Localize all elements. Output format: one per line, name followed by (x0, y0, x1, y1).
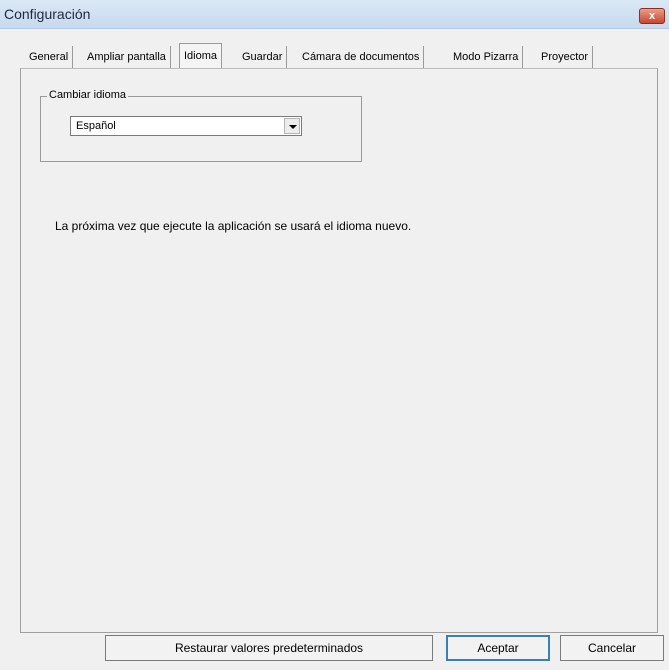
tab-general[interactable]: General (25, 46, 74, 68)
tab-proyector[interactable]: Proyector (537, 46, 594, 68)
cancel-button[interactable]: Cancelar (560, 635, 664, 661)
close-icon: x (648, 10, 656, 22)
close-button[interactable]: x (639, 8, 665, 24)
tab-modo-pizarra[interactable]: Modo Pizarra (449, 46, 524, 68)
tab-ampliar-pantalla[interactable]: Ampliar pantalla (83, 46, 171, 68)
language-group-legend: Cambiar idioma (47, 89, 129, 101)
language-select-value: Español (76, 120, 116, 132)
chevron-down-icon (289, 125, 297, 129)
tab-camara-de-documentos[interactable]: Cámara de documentos (298, 46, 425, 68)
tab-guardar[interactable]: Guardar (238, 46, 288, 68)
window-title: Configuración (4, 6, 91, 22)
accept-button[interactable]: Aceptar (446, 635, 550, 661)
restore-defaults-button[interactable]: Restaurar valores predeterminados (105, 635, 433, 661)
restart-notice: La próxima vez que ejecute la aplicación… (55, 219, 412, 233)
language-select[interactable]: Español (70, 116, 302, 136)
settings-dialog: Configuración x General Ampliar pantalla… (0, 0, 669, 670)
language-select-dropdown-button[interactable] (284, 118, 300, 134)
tab-idioma[interactable]: Idioma (179, 43, 223, 69)
title-bar[interactable]: Configuración x (0, 0, 669, 29)
